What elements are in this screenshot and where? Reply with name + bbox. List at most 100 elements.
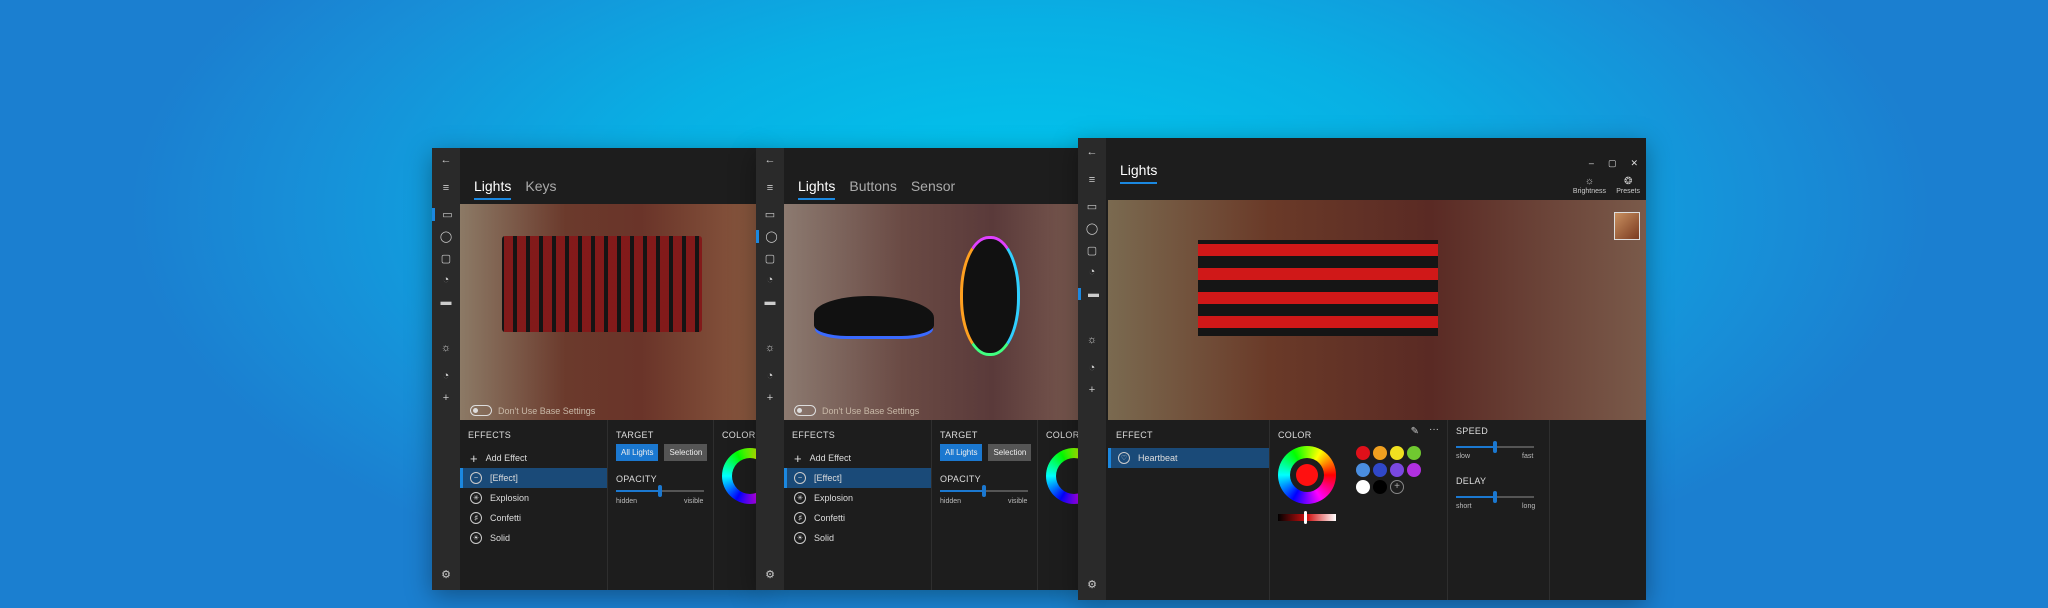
color-swatch[interactable] <box>1373 463 1387 477</box>
color-swatch[interactable] <box>1356 463 1370 477</box>
light-icon[interactable]: ☼ <box>1078 334 1106 346</box>
headset2-icon[interactable]: ◔ <box>1078 362 1106 374</box>
add-device-icon[interactable]: + <box>1078 384 1106 396</box>
headset-icon[interactable]: ◔ <box>1078 266 1106 278</box>
effect-item[interactable]: ☀ Solid <box>460 528 607 548</box>
color-swatch[interactable] <box>1356 446 1370 460</box>
selection-button[interactable]: Selection <box>988 444 1032 461</box>
close-icon[interactable]: ✕ <box>1630 158 1638 169</box>
add-effect-button[interactable]: + Add Effect <box>460 448 607 468</box>
ram-icon[interactable]: ▬ <box>1078 288 1106 300</box>
effect-item[interactable]: ~ [Effect] <box>460 468 607 488</box>
opacity-slider[interactable] <box>940 485 1028 497</box>
nav-rail: ← ≡ ▭ ◯ ▢ ◔ ▬ ☼ ◔ + ⚙ <box>1078 138 1106 600</box>
headset2-icon[interactable]: ◔ <box>432 370 460 382</box>
tab-keys[interactable]: Keys <box>525 178 556 200</box>
add-effect-button[interactable]: + Add Effect <box>784 448 931 468</box>
keyboard-icon[interactable]: ▭ <box>756 208 784 221</box>
minimize-icon[interactable]: – <box>1589 158 1594 169</box>
tab-buttons[interactable]: Buttons <box>849 178 896 200</box>
color-swatch[interactable] <box>1356 480 1370 494</box>
keyboard-icon[interactable]: ▭ <box>432 208 460 221</box>
nav-rail: ← ≡ ▭ ◯ ▢ ◔ ▬ ☼ ◔ + ⚙ <box>432 148 460 590</box>
base-settings-toggle[interactable] <box>794 405 816 416</box>
settings-icon[interactable]: ⚙ <box>1078 578 1106 591</box>
color-title: COLOR <box>722 430 756 440</box>
add-color-icon[interactable]: + <box>1390 480 1404 494</box>
back-icon[interactable]: ← <box>756 154 784 166</box>
effect-item[interactable]: ♡ Heartbeat <box>1108 448 1269 468</box>
brightness-icon: ☼ <box>1584 176 1595 187</box>
color-swatch[interactable] <box>1373 446 1387 460</box>
keyboard-icon[interactable]: ▭ <box>1078 200 1106 213</box>
brightness-slider[interactable] <box>1278 511 1336 524</box>
mousepad-icon[interactable]: ▢ <box>432 252 460 265</box>
presets-button[interactable]: ❂ Presets <box>1616 176 1640 196</box>
mousepad-icon[interactable]: ▢ <box>1078 244 1106 257</box>
headset-icon[interactable]: ◔ <box>432 274 460 286</box>
effect-item[interactable]: ♯ Confetti <box>784 508 931 528</box>
mousepad-icon[interactable]: ▢ <box>756 252 784 265</box>
opacity-slider[interactable] <box>616 485 704 497</box>
tab-lights[interactable]: Lights <box>798 178 836 200</box>
effect-item[interactable]: ✳ Explosion <box>460 488 607 508</box>
menu-icon[interactable]: ≡ <box>432 182 460 194</box>
plus-icon: + <box>470 450 478 466</box>
settings-icon[interactable]: ⚙ <box>756 568 784 581</box>
effect-label: [Effect] <box>814 473 842 483</box>
base-settings-toggle[interactable] <box>470 405 492 416</box>
more-icon[interactable]: ··· <box>1429 424 1439 435</box>
tab-lights[interactable]: Lights <box>474 178 512 200</box>
color-swatch[interactable] <box>1373 480 1387 494</box>
effect-item[interactable]: ♯ Confetti <box>460 508 607 528</box>
delay-max: long <box>1522 503 1536 510</box>
effects-title: EFFECTS <box>792 430 836 440</box>
color-swatch[interactable] <box>1390 446 1404 460</box>
mouse-icon[interactable]: ◯ <box>756 230 784 243</box>
selection-button[interactable]: Selection <box>664 444 708 461</box>
speed-slider[interactable] <box>1456 441 1534 453</box>
add-device-icon[interactable]: + <box>756 392 784 404</box>
settings-icon[interactable]: ⚙ <box>432 568 460 581</box>
maximize-icon[interactable]: ▢ <box>1608 158 1617 169</box>
tab-sensor[interactable]: Sensor <box>911 178 955 200</box>
effect-item[interactable]: ✳ Explosion <box>784 488 931 508</box>
mouse-icon[interactable]: ◯ <box>1078 222 1106 235</box>
color-swatch[interactable] <box>1407 446 1421 460</box>
headset-icon[interactable]: ◔ <box>756 274 784 286</box>
back-icon[interactable]: ← <box>1078 146 1106 158</box>
game-thumbnail[interactable] <box>1614 212 1640 240</box>
ram-icon[interactable]: ▬ <box>756 296 784 308</box>
color-panel: COLOR <box>1038 420 1082 590</box>
mouse-icon[interactable]: ◯ <box>432 230 460 243</box>
effect-item[interactable]: ~ [Effect] <box>784 468 931 488</box>
delay-title: DELAY <box>1456 476 1487 486</box>
add-device-icon[interactable]: + <box>432 392 460 404</box>
tab-lights[interactable]: Lights <box>1120 162 1158 184</box>
color-swatch[interactable] <box>1407 463 1421 477</box>
color-wheel[interactable] <box>1046 448 1082 504</box>
color-wheel[interactable] <box>1278 446 1336 504</box>
color-swatch[interactable] <box>1390 463 1404 477</box>
target-panel: TARGET All Lights Selection OPACITY hidd… <box>608 420 714 590</box>
effect-label: Confetti <box>814 513 846 523</box>
light-icon[interactable]: ☼ <box>432 342 460 354</box>
color-title: COLOR <box>1278 430 1312 440</box>
menu-icon[interactable]: ≡ <box>756 182 784 194</box>
opacity-title: OPACITY <box>940 474 981 484</box>
all-lights-button[interactable]: All Lights <box>616 444 659 461</box>
back-icon[interactable]: ← <box>432 154 460 166</box>
toggle-label: Don't Use Base Settings <box>822 405 920 416</box>
explosion-icon: ✳ <box>794 492 806 504</box>
plus-icon: + <box>794 450 802 466</box>
all-lights-button[interactable]: All Lights <box>940 444 983 461</box>
eyedropper-icon[interactable]: ✎ <box>1411 426 1419 437</box>
effect-item[interactable]: ☀ Solid <box>784 528 931 548</box>
brightness-button[interactable]: ☼ Brightness <box>1573 176 1606 196</box>
color-panel: COLOR ✎ ··· + <box>1270 420 1448 600</box>
light-icon[interactable]: ☼ <box>756 342 784 354</box>
ram-icon[interactable]: ▬ <box>432 296 460 308</box>
headset2-icon[interactable]: ◔ <box>756 370 784 382</box>
menu-icon[interactable]: ≡ <box>1078 174 1106 186</box>
delay-slider[interactable] <box>1456 491 1534 503</box>
